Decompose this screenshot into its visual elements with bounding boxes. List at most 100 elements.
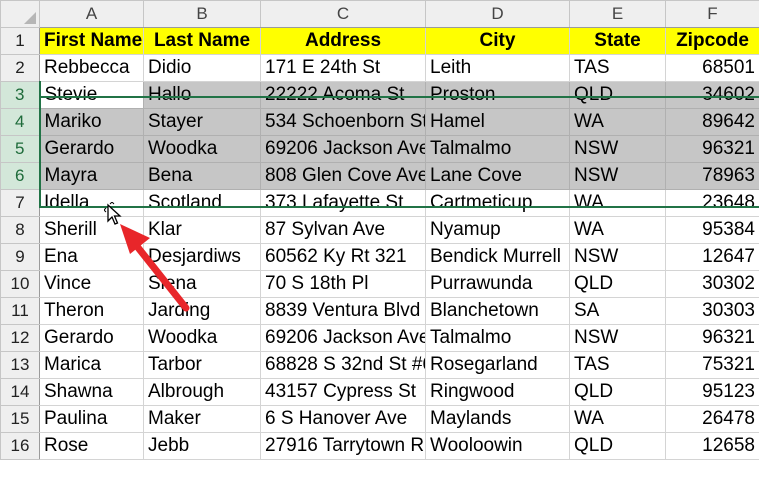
column-header-e[interactable]: E bbox=[569, 0, 666, 28]
cell-zipcode[interactable]: 30302 bbox=[665, 270, 759, 298]
row-header[interactable]: 8 bbox=[0, 216, 40, 244]
cell-last-name[interactable]: Woodka bbox=[143, 324, 261, 352]
cell-state[interactable]: NSW bbox=[569, 243, 666, 271]
row-header[interactable]: 15 bbox=[0, 405, 40, 433]
cell-last-name[interactable]: Tarbor bbox=[143, 351, 261, 379]
cell-zipcode[interactable]: 95123 bbox=[665, 378, 759, 406]
cell-state[interactable]: QLD bbox=[569, 270, 666, 298]
cell-zipcode[interactable]: 68501 bbox=[665, 54, 759, 82]
cell-address[interactable]: 373 Lafayette St bbox=[260, 189, 426, 217]
header-cell-first-name[interactable]: First Name bbox=[39, 27, 144, 55]
cell-last-name[interactable]: Albrough bbox=[143, 378, 261, 406]
row-header[interactable]: 11 bbox=[0, 297, 40, 325]
cell-zipcode[interactable]: 30303 bbox=[665, 297, 759, 325]
row-header[interactable]: 4 bbox=[0, 108, 41, 136]
header-cell-city[interactable]: City bbox=[425, 27, 570, 55]
cell-address[interactable]: 69206 Jackson Ave bbox=[260, 324, 426, 352]
row-header[interactable]: 7 bbox=[0, 189, 40, 217]
cell-last-name[interactable]: Maker bbox=[143, 405, 261, 433]
cell-address[interactable]: 808 Glen Cove Ave bbox=[260, 162, 426, 190]
cell-address[interactable]: 6 S Hanover Ave bbox=[260, 405, 426, 433]
cell-zipcode[interactable]: 23648 bbox=[665, 189, 759, 217]
cell-state[interactable]: QLD bbox=[569, 81, 666, 109]
cell-last-name[interactable]: Stayer bbox=[143, 108, 261, 136]
header-cell-last-name[interactable]: Last Name bbox=[143, 27, 261, 55]
cell-first-name[interactable]: Shawna bbox=[39, 378, 144, 406]
column-header-f[interactable]: F bbox=[665, 0, 759, 28]
row-header[interactable]: 3 bbox=[0, 81, 41, 109]
row-header[interactable]: 12 bbox=[0, 324, 40, 352]
cell-city[interactable]: Wooloowin bbox=[425, 432, 570, 460]
cell-first-name[interactable]: Rose bbox=[39, 432, 144, 460]
cell-address[interactable]: 69206 Jackson Ave bbox=[260, 135, 426, 163]
row-header-1[interactable]: 1 bbox=[0, 27, 40, 55]
cell-state[interactable]: NSW bbox=[569, 324, 666, 352]
cell-first-name[interactable]: Mariko bbox=[39, 108, 144, 136]
cell-city[interactable]: Talmalmo bbox=[425, 135, 570, 163]
column-header-b[interactable]: B bbox=[143, 0, 261, 28]
cell-address[interactable]: 68828 S 32nd St #6 bbox=[260, 351, 426, 379]
cell-address[interactable]: 22222 Acoma St bbox=[260, 81, 426, 109]
cell-state[interactable]: TAS bbox=[569, 351, 666, 379]
cell-address[interactable]: 8839 Ventura Blvd bbox=[260, 297, 426, 325]
cell-city[interactable]: Purrawunda bbox=[425, 270, 570, 298]
cell-state[interactable]: QLD bbox=[569, 432, 666, 460]
cell-first-name[interactable]: Marica bbox=[39, 351, 144, 379]
cell-zipcode[interactable]: 26478 bbox=[665, 405, 759, 433]
cell-address[interactable]: 171 E 24th St bbox=[260, 54, 426, 82]
cell-city[interactable]: Nyamup bbox=[425, 216, 570, 244]
row-header[interactable]: 10 bbox=[0, 270, 40, 298]
cell-address[interactable]: 60562 Ky Rt 321 bbox=[260, 243, 426, 271]
cell-state[interactable]: NSW bbox=[569, 135, 666, 163]
cell-state[interactable]: SA bbox=[569, 297, 666, 325]
cell-address[interactable]: 534 Schoenborn St bbox=[260, 108, 426, 136]
cell-city[interactable]: Leith bbox=[425, 54, 570, 82]
cell-zipcode[interactable]: 34602 bbox=[665, 81, 759, 109]
cell-city[interactable]: Maylands bbox=[425, 405, 570, 433]
row-header[interactable]: 14 bbox=[0, 378, 40, 406]
cell-state[interactable]: WA bbox=[569, 216, 666, 244]
cell-city[interactable]: Talmalmo bbox=[425, 324, 570, 352]
select-all-button[interactable] bbox=[0, 0, 40, 28]
cell-address[interactable]: 43157 Cypress St bbox=[260, 378, 426, 406]
row-header[interactable]: 6 bbox=[0, 162, 41, 190]
cell-city[interactable]: Bendick Murrell bbox=[425, 243, 570, 271]
cell-address[interactable]: 27916 Tarrytown R bbox=[260, 432, 426, 460]
cell-address[interactable]: 70 S 18th Pl bbox=[260, 270, 426, 298]
cell-zipcode[interactable]: 75321 bbox=[665, 351, 759, 379]
cell-first-name[interactable]: Paulina bbox=[39, 405, 144, 433]
cell-city[interactable]: Cartmeticup bbox=[425, 189, 570, 217]
cell-state[interactable]: NSW bbox=[569, 162, 666, 190]
cell-first-name[interactable]: Rebbecca bbox=[39, 54, 144, 82]
cell-zipcode[interactable]: 89642 bbox=[665, 108, 759, 136]
header-cell-address[interactable]: Address bbox=[260, 27, 426, 55]
cell-city[interactable]: Ringwood bbox=[425, 378, 570, 406]
cell-city[interactable]: Blanchetown bbox=[425, 297, 570, 325]
cell-last-name[interactable]: Hallo bbox=[143, 81, 261, 109]
column-header-a[interactable]: A bbox=[39, 0, 144, 28]
cell-zipcode[interactable]: 96321 bbox=[665, 324, 759, 352]
row-header[interactable]: 13 bbox=[0, 351, 40, 379]
cell-first-name[interactable]: Stevie bbox=[39, 81, 144, 109]
cell-first-name[interactable]: Gerardo bbox=[39, 324, 144, 352]
cell-zipcode[interactable]: 12647 bbox=[665, 243, 759, 271]
row-header[interactable]: 2 bbox=[0, 54, 40, 82]
cell-last-name[interactable]: Didio bbox=[143, 54, 261, 82]
cell-last-name[interactable]: Jebb bbox=[143, 432, 261, 460]
cell-state[interactable]: WA bbox=[569, 405, 666, 433]
cell-state[interactable]: WA bbox=[569, 189, 666, 217]
header-cell-state[interactable]: State bbox=[569, 27, 666, 55]
cell-zipcode[interactable]: 96321 bbox=[665, 135, 759, 163]
cell-state[interactable]: TAS bbox=[569, 54, 666, 82]
cell-state[interactable]: QLD bbox=[569, 378, 666, 406]
cell-address[interactable]: 87 Sylvan Ave bbox=[260, 216, 426, 244]
cell-last-name[interactable]: Scotland bbox=[143, 189, 261, 217]
cell-last-name[interactable]: Woodka bbox=[143, 135, 261, 163]
cell-first-name[interactable]: Mayra bbox=[39, 162, 144, 190]
cell-zipcode[interactable]: 78963 bbox=[665, 162, 759, 190]
cell-state[interactable]: WA bbox=[569, 108, 666, 136]
cell-city[interactable]: Lane Cove bbox=[425, 162, 570, 190]
cell-zipcode[interactable]: 95384 bbox=[665, 216, 759, 244]
cell-first-name[interactable]: Gerardo bbox=[39, 135, 144, 163]
column-header-d[interactable]: D bbox=[425, 0, 570, 28]
